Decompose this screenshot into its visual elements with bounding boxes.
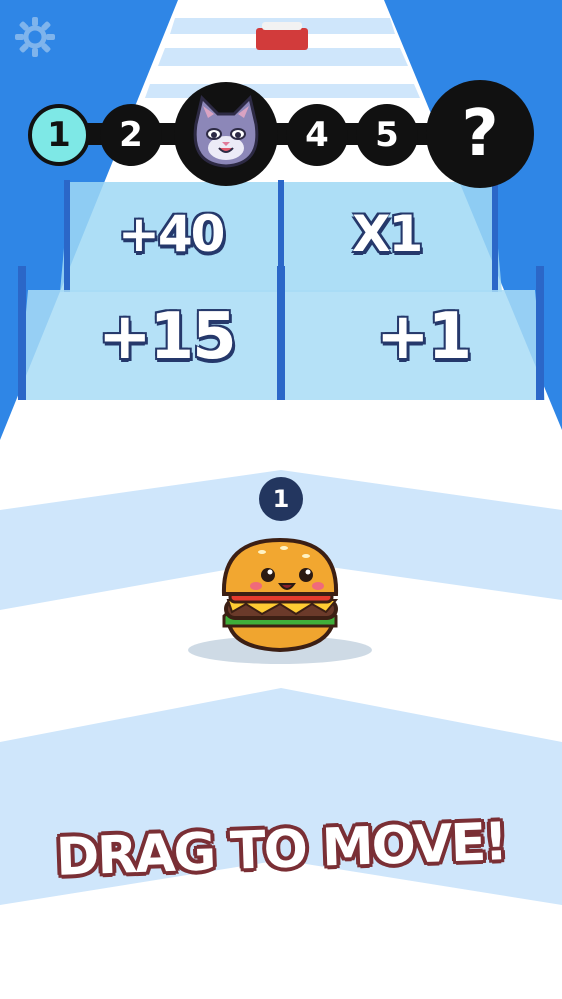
level-node: 2 (100, 104, 162, 166)
gate-label-near-left: +15 (98, 300, 237, 374)
gate-post (492, 180, 498, 292)
level-node: 5 (356, 104, 418, 166)
gate-post (277, 266, 285, 400)
distant-cans (256, 22, 308, 50)
track-stripe (158, 48, 408, 66)
burger-character[interactable] (221, 537, 339, 653)
level-node-current: 1 (28, 104, 90, 166)
level-node-label: 2 (119, 115, 143, 155)
gate-label-far-left: +40 (118, 205, 225, 263)
cat-face-icon (193, 95, 259, 168)
level-node-mystery: ? (426, 80, 534, 188)
gate-label-far-right: X1 (352, 205, 423, 263)
gate-post (536, 266, 544, 400)
level-node-character (174, 82, 278, 186)
gate-post (64, 180, 70, 292)
player-count-badge: 1 (259, 477, 303, 521)
gate-label-near-right: +1 (376, 300, 472, 374)
level-node-label: 1 (47, 115, 71, 155)
level-node: 4 (286, 104, 348, 166)
gate-post (18, 266, 26, 400)
mystery-reward-label: ? (461, 97, 499, 171)
level-node-label: 5 (375, 115, 399, 155)
gear-icon[interactable] (12, 14, 58, 60)
level-node-label: 4 (305, 115, 329, 155)
player-count: 1 (272, 485, 290, 513)
